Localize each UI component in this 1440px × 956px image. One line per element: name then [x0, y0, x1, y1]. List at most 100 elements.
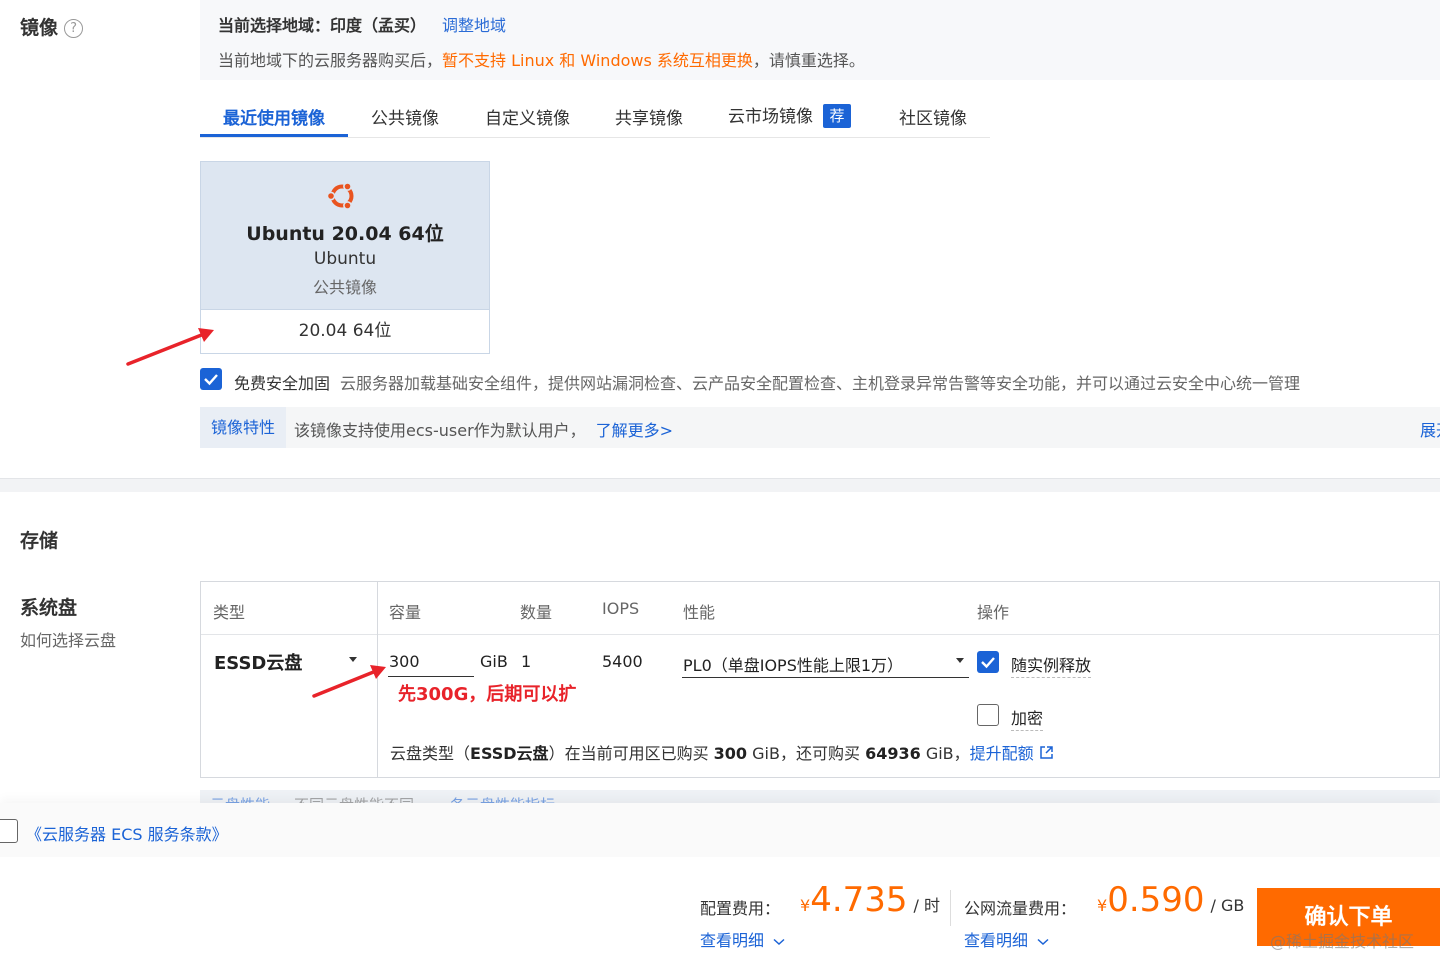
agreement-checkbox[interactable]: [0, 819, 18, 843]
capacity-unit: GiB: [480, 652, 508, 671]
image-version-select[interactable]: 20.04 64位: [201, 309, 489, 353]
traffic-price-unit: / GB: [1210, 896, 1245, 915]
ecs-terms-link[interactable]: 《云服务器 ECS 服务条款》: [26, 821, 228, 845]
config-price-unit: / 时: [913, 896, 941, 915]
system-disk-title: 系统盘: [20, 597, 78, 619]
section-divider: [0, 478, 1440, 492]
check-icon: [204, 374, 218, 386]
disk-table-header: 类型 容量 数量 IOPS 性能 操作: [201, 582, 1440, 635]
encrypt-label: 加密: [1011, 705, 1044, 731]
release-with-instance-text: 随实例释放: [1011, 656, 1092, 678]
disk-quantity: 1: [521, 652, 532, 671]
performance-value: PL0（单盘IOPS性能上限1万）: [683, 656, 904, 675]
note-mid3: GiB，: [920, 744, 970, 763]
disk-type-select[interactable]: ESSD云盘: [214, 649, 302, 675]
disk-quota-note: 云盘类型（ESSD云盘）在当前可用区已购买 300 GiB，还可购买 64936…: [390, 740, 1054, 764]
raise-quota-text: 提升配额: [969, 744, 1034, 763]
image-card-ubuntu[interactable]: Ubuntu 20.04 64位 Ubuntu 公共镜像 20.04 64位: [200, 161, 490, 354]
feature-description: 该镜像支持使用ecs-user作为默认用户，: [294, 421, 586, 440]
capacity-value: 300: [389, 652, 420, 671]
image-feature-label: 镜像特性: [200, 407, 286, 448]
notice-prefix: 当前地域下的云服务器购买后，: [218, 51, 443, 70]
chevron-down-icon: [1037, 938, 1049, 946]
note-remaining: 64936: [865, 744, 921, 763]
config-currency: ¥: [800, 896, 811, 915]
config-fee-price: ¥4.735 / 时: [800, 880, 940, 920]
tab-shared-images[interactable]: 共享镜像: [615, 104, 683, 129]
disk-type-value: ESSD云盘: [214, 653, 303, 674]
adjust-region-link[interactable]: 调整地域: [442, 16, 506, 35]
security-hardening-desc: 云服务器加载基础安全组件，提供网站漏洞检查、云产品安全配置检查、主机登录异常告警…: [340, 374, 1301, 393]
security-hardening-label: 免费安全加固: [234, 374, 331, 393]
recommend-badge: 荐: [823, 104, 851, 128]
security-hardening-row: 免费安全加固 云服务器加载基础安全组件，提供网站漏洞检查、云产品安全配置检查、主机…: [234, 370, 1300, 394]
note-mid2: GiB，还可购买: [747, 744, 866, 763]
active-tab-indicator: [200, 134, 348, 137]
capacity-input[interactable]: 300: [388, 645, 474, 677]
note-type: ESSD云盘: [470, 744, 549, 763]
tab-public-images[interactable]: 公共镜像: [371, 104, 439, 129]
image-card-header: Ubuntu 20.04 64位 Ubuntu 公共镜像: [201, 162, 489, 309]
external-link-icon: [1040, 746, 1053, 759]
fee-separator: [950, 890, 951, 926]
annotation-arrow-icon: [312, 665, 386, 698]
release-with-instance-label: 随实例释放: [1011, 652, 1092, 678]
th-performance: 性能: [683, 603, 716, 622]
image-tabs: 最近使用镜像 公共镜像 自定义镜像 共享镜像 云市场镜像荐 社区镜像: [200, 95, 990, 138]
check-icon: [981, 657, 995, 669]
traffic-fee-price: ¥0.590 / GB: [1097, 880, 1244, 920]
th-actions: 操作: [977, 603, 1010, 622]
learn-more-link[interactable]: 了解更多>: [596, 421, 673, 440]
notice-suffix: ，请慎重选择。: [752, 51, 865, 70]
image-feature-text: 该镜像支持使用ecs-user作为默认用户， 了解更多>: [294, 417, 673, 441]
ecs-purchase-page: 镜像? 当前选择地域：印度（孟买） 调整地域 当前地域下的云服务器购买后，暂不支持…: [0, 0, 1440, 956]
security-hardening-checkbox[interactable]: [200, 368, 222, 390]
annotation-arrow-icon: [126, 328, 214, 366]
tab-marketplace-images[interactable]: 云市场镜像荐: [728, 102, 851, 128]
encrypt-text: 加密: [1011, 709, 1044, 731]
expand-link[interactable]: 展开: [1420, 417, 1440, 441]
image-section-label: 镜像?: [20, 13, 84, 40]
notice-warning: 暂不支持 Linux 和 Windows 系统互相更换: [442, 51, 753, 70]
config-fee-label: 配置费用：: [700, 899, 781, 918]
release-with-instance-checkbox[interactable]: [977, 651, 999, 673]
help-icon[interactable]: ?: [64, 19, 84, 38]
tab-marketplace-label: 云市场镜像: [728, 107, 813, 127]
th-quantity: 数量: [520, 603, 553, 622]
image-label-text: 镜像: [20, 17, 59, 39]
config-detail-link[interactable]: 查看明细: [700, 927, 785, 951]
raise-quota-link[interactable]: 提升配额: [970, 744, 1054, 763]
traffic-detail-text: 查看明细: [964, 931, 1029, 950]
chevron-down-icon: [773, 938, 785, 946]
traffic-price-value: 0.590: [1107, 880, 1205, 920]
config-price-value: 4.735: [810, 880, 908, 920]
chevron-down-icon: [956, 658, 964, 663]
traffic-detail-link[interactable]: 查看明细: [964, 927, 1049, 951]
encrypt-checkbox[interactable]: [977, 704, 999, 726]
how-to-choose-disk-link[interactable]: 如何选择云盘: [20, 627, 116, 651]
capacity-annotation: 先300G，后期可以扩: [398, 684, 577, 705]
storage-title: 存储: [20, 530, 59, 552]
image-name: Ubuntu 20.04 64位: [246, 223, 444, 245]
region-line: 当前选择地域：印度（孟买） 调整地域: [218, 12, 506, 36]
note-mid1: ）在当前可用区已购买: [548, 744, 714, 763]
image-os: Ubuntu: [313, 249, 377, 269]
region-notice: 当前地域下的云服务器购买后，暂不支持 Linux 和 Windows 系统互相更…: [218, 47, 865, 71]
config-detail-text: 查看明细: [700, 931, 765, 950]
tab-community-images[interactable]: 社区镜像: [899, 104, 967, 129]
tab-custom-images[interactable]: 自定义镜像: [485, 104, 570, 129]
th-iops: IOPS: [602, 599, 640, 618]
note-bought: 300: [713, 744, 748, 763]
performance-level-select[interactable]: PL0（单盘IOPS性能上限1万）: [682, 645, 969, 678]
th-type: 类型: [213, 603, 246, 622]
tab-recent-images[interactable]: 最近使用镜像: [223, 104, 325, 129]
ubuntu-logo-icon: [326, 182, 354, 210]
traffic-currency: ¥: [1097, 896, 1108, 915]
watermark: @稀土掘金技术社区: [1270, 932, 1415, 951]
current-region-text: 当前选择地域：印度（孟买）: [218, 16, 427, 35]
th-capacity: 容量: [389, 603, 422, 622]
image-category: 公共镜像: [312, 278, 377, 297]
disk-iops: 5400: [602, 652, 643, 671]
note-prefix: 云盘类型（: [390, 744, 471, 763]
traffic-fee-label: 公网流量费用：: [964, 899, 1077, 918]
